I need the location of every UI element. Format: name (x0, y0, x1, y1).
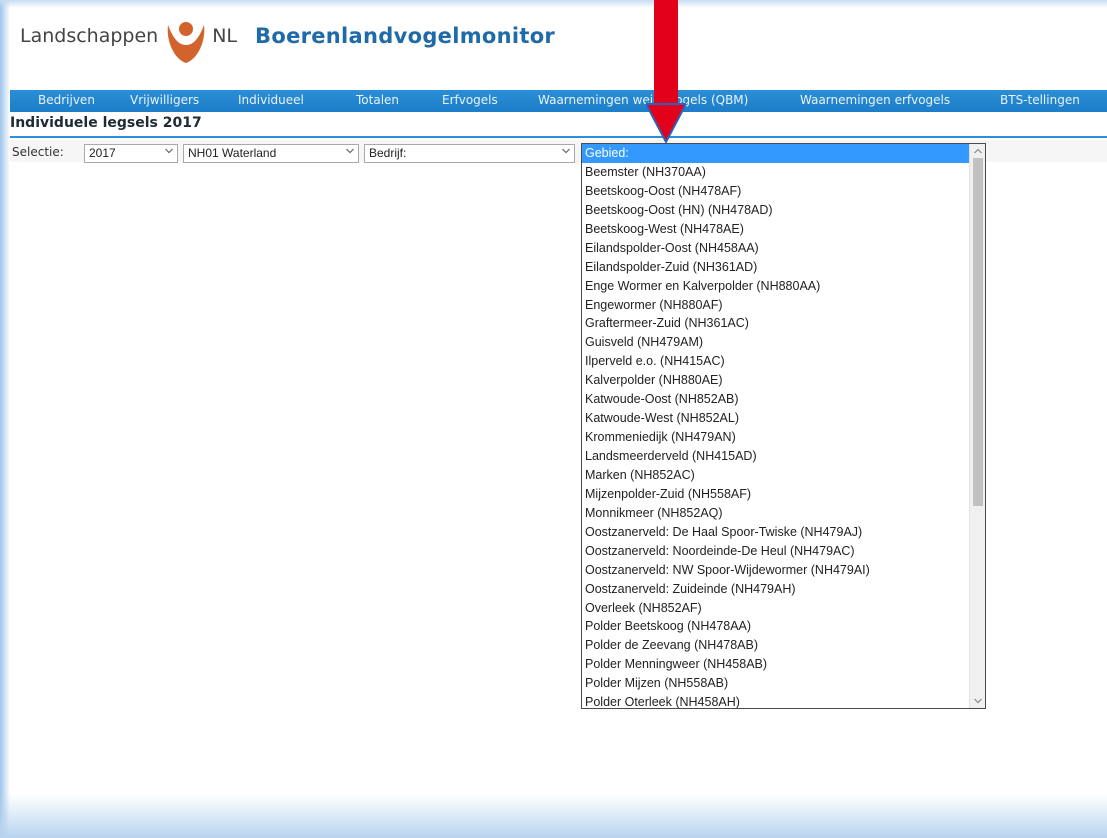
gebied-option[interactable]: Polder de Zeevang (NH478AB) (582, 636, 970, 655)
landschappen-logo-icon (167, 22, 205, 63)
gebied-option[interactable]: Krommeniedijk (NH479AN) (582, 428, 970, 447)
chevron-down-icon (346, 148, 354, 154)
gebied-option[interactable]: Engewormer (NH880AF) (582, 296, 970, 315)
nav-item-bts-tellingen[interactable]: BTS-tellingen (1000, 93, 1080, 107)
selectie-label: Selectie: (12, 145, 64, 159)
gebied-option[interactable]: Polder Beetskoog (NH478AA) (582, 617, 970, 636)
gebied-option-selected[interactable]: Gebied: (582, 144, 970, 163)
gebied-option[interactable]: Oostzanerveld: Noordeinde-De Heul (NH479… (582, 542, 970, 561)
logo-text-left: Landschappen (20, 25, 159, 47)
gebied-option[interactable]: Eilandspolder-Oost (NH458AA) (582, 239, 970, 258)
gebied-option[interactable]: Marken (NH852AC) (582, 466, 970, 485)
gebied-option[interactable]: Landsmeerderveld (NH415AD) (582, 447, 970, 466)
window-glow-left (0, 0, 10, 838)
year-select[interactable]: 2017 (84, 144, 178, 163)
dropdown-scrollbar[interactable] (969, 144, 985, 708)
nav-item-individueel[interactable]: Individueel (238, 93, 304, 107)
main-nav: Bedrijven Vrijwilligers Individueel Tota… (10, 90, 1107, 112)
region-select-value: NH01 Waterland (188, 146, 277, 160)
gebied-option[interactable]: Polder Menningweer (NH458AB) (582, 655, 970, 674)
chevron-down-icon (165, 148, 173, 154)
gebied-option[interactable]: Beemster (NH370AA) (582, 163, 970, 182)
site-header: Landschappen NL Boerenlandvogelmonitor (20, 16, 556, 63)
gebied-option[interactable]: Guisveld (NH479AM) (582, 333, 970, 352)
bedrijf-select-value: Bedrijf: (369, 146, 407, 160)
gebied-option[interactable]: Overleek (NH852AF) (582, 599, 970, 618)
window-glow-top (0, 0, 1107, 8)
year-select-value: 2017 (89, 146, 116, 160)
gebied-option[interactable]: Kalverpolder (NH880AE) (582, 371, 970, 390)
page-title: Individuele legsels 2017 (10, 115, 202, 131)
app-title: Boerenlandvogelmonitor (255, 24, 556, 48)
gebied-option[interactable]: Oostzanerveld: NW Spoor-Wijdewormer (NH4… (582, 561, 970, 580)
gebied-option[interactable]: Mijzenpolder-Zuid (NH558AF) (582, 485, 970, 504)
scroll-down-icon[interactable] (974, 698, 982, 704)
chevron-down-icon (562, 148, 570, 154)
red-arrow-icon (646, 0, 686, 145)
heading-divider (10, 136, 1107, 138)
bedrijf-select[interactable]: Bedrijf: (364, 144, 575, 163)
nav-item-totalen[interactable]: Totalen (356, 93, 399, 107)
gebied-option[interactable]: Polder Mijzen (NH558AB) (582, 674, 970, 693)
gebied-option[interactable]: Eilandspolder-Zuid (NH361AD) (582, 258, 970, 277)
gebied-option[interactable]: Beetskoog-West (NH478AE) (582, 220, 970, 239)
scrollbar-thumb[interactable] (973, 158, 983, 506)
nav-item-bedrijven[interactable]: Bedrijven (38, 93, 95, 107)
scroll-up-icon[interactable] (974, 148, 982, 154)
gebied-options: Gebied: Beemster (NH370AA) Beetskoog-Oost… (582, 144, 985, 708)
gebied-option[interactable]: Ilperveld e.o. (NH415AC) (582, 352, 970, 371)
nav-item-waarnemingen-weidevogels[interactable]: Waarnemingen weidevogels (QBM) (538, 93, 748, 107)
gebied-option[interactable]: Oostzanerveld: De Haal Spoor-Twiske (NH4… (582, 523, 970, 542)
gebied-option[interactable]: Graftermeer-Zuid (NH361AC) (582, 314, 970, 333)
gebied-option[interactable]: Beetskoog-Oost (HN) (NH478AD) (582, 201, 970, 220)
gebied-option[interactable]: Katwoude-Oost (NH852AB) (582, 390, 970, 409)
gebied-dropdown-list[interactable]: Gebied: Beemster (NH370AA) Beetskoog-Oost… (581, 143, 986, 709)
logo-text-right: NL (212, 25, 238, 47)
gebied-option[interactable]: Katwoude-West (NH852AL) (582, 409, 970, 428)
gebied-option[interactable]: Oostzanerveld: Zuideinde (NH479AH) (582, 580, 970, 599)
nav-item-vrijwilligers[interactable]: Vrijwilligers (130, 93, 199, 107)
gebied-option[interactable]: Monnikmeer (NH852AQ) (582, 504, 970, 523)
nav-item-erfvogels[interactable]: Erfvogels (442, 93, 498, 107)
gebied-option[interactable]: Beetskoog-Oost (NH478AF) (582, 182, 970, 201)
nav-item-waarnemingen-erfvogels[interactable]: Waarnemingen erfvogels (800, 93, 950, 107)
gebied-option[interactable]: Polder Oterleek (NH458AH) (582, 693, 970, 708)
gebied-option[interactable]: Enge Wormer en Kalverpolder (NH880AA) (582, 277, 970, 296)
region-select[interactable]: NH01 Waterland (183, 144, 359, 163)
window-glow-bottom (0, 794, 1107, 838)
